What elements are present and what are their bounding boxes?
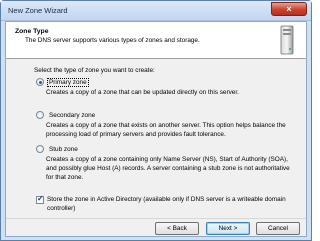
close-icon: × (286, 4, 292, 14)
radio-button-secondary[interactable] (36, 111, 44, 119)
zone-type-prompt: Select the type of zone you want to crea… (34, 67, 155, 74)
primary-zone-description: Creates a copy of a zone that can be upd… (46, 89, 239, 96)
footer-divider (6, 218, 306, 219)
radio-stub-zone[interactable]: Stub zone (36, 144, 79, 154)
stub-zone-label[interactable]: Stub zone (48, 146, 79, 153)
radio-button-primary[interactable] (36, 78, 44, 86)
server-icon (280, 25, 294, 55)
store-in-ad-checkbox[interactable]: ✓ (36, 194, 44, 204)
stub-zone-description: Creates a copy of a zone containing only… (46, 156, 290, 181)
wizard-header: Zone Type The DNS server supports variou… (6, 22, 306, 59)
next-button[interactable]: Next > (206, 222, 250, 235)
checkmark-icon: ✓ (37, 194, 44, 203)
primary-zone-label[interactable]: Primary zone (47, 77, 89, 87)
radio-button-stub[interactable] (36, 145, 44, 153)
window-title: New Zone Wizard (8, 6, 68, 15)
close-button[interactable]: × (271, 2, 307, 16)
radio-primary-zone[interactable]: Primary zone (36, 77, 89, 87)
wizard-window: New Zone Wizard × Zone Type The DNS serv… (0, 0, 312, 241)
wizard-body: Zone Type The DNS server supports variou… (5, 21, 307, 237)
store-in-ad-option[interactable]: ✓ Store the zone in Active Directory (av… (36, 194, 309, 213)
secondary-zone-label[interactable]: Secondary zone (48, 112, 96, 119)
back-button[interactable]: < Back (155, 222, 199, 235)
secondary-zone-description: Creates a copy of a zone that exists on … (46, 122, 286, 138)
page-description: The DNS server supports various types of… (25, 37, 200, 44)
radio-secondary-zone[interactable]: Secondary zone (36, 110, 96, 120)
title-bar[interactable]: New Zone Wizard × (1, 1, 311, 21)
store-in-ad-label[interactable]: Store the zone in Active Directory (avai… (47, 195, 309, 213)
page-title: Zone Type (15, 28, 49, 35)
cancel-button[interactable]: Cancel (256, 222, 300, 235)
